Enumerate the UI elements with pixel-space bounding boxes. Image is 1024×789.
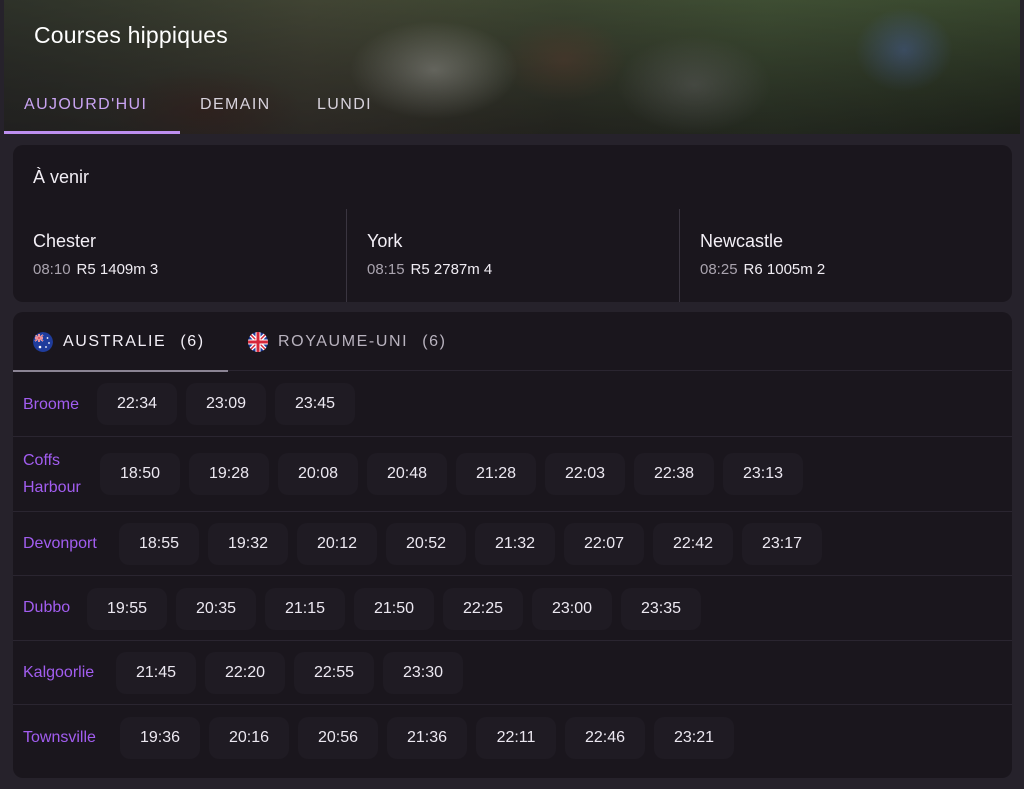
race-time-chip[interactable]: 20:35 <box>176 588 256 630</box>
tab-australia[interactable]: AUSTRALIE (6) <box>13 312 228 372</box>
race-time-chip[interactable]: 19:36 <box>120 717 200 759</box>
upcoming-race-chester[interactable]: Chester 08:10 R5 1409m 3 <box>13 209 346 302</box>
upcoming-race-info: R6 1005m 2 <box>743 261 826 278</box>
race-time-chip[interactable]: 19:55 <box>87 588 167 630</box>
upcoming-venue: Newcastle <box>700 231 784 251</box>
tab-united-kingdom[interactable]: ROYAUME-UNI (6) <box>228 312 447 371</box>
upcoming-race-york[interactable]: York 08:15 R5 2787m 4 <box>346 209 679 302</box>
page-title: Courses hippiques <box>34 22 228 48</box>
venue-row-dubbo: Dubbo 19:55 20:35 21:15 21:50 22:25 23:0… <box>13 576 1012 641</box>
header-banner: Courses hippiques AUJOURD'HUI DEMAIN LUN… <box>4 0 1020 134</box>
upcoming-races-card: À venir Chester 08:10 R5 1409m 3 York 08:… <box>13 145 1012 302</box>
race-time-chip[interactable]: 21:45 <box>116 652 196 694</box>
race-time-chip[interactable]: 18:55 <box>119 523 199 565</box>
day-tabs: AUJOURD'HUI DEMAIN LUNDI <box>4 84 398 134</box>
race-time-chip[interactable]: 18:50 <box>100 453 180 495</box>
venue-row-kalgoorlie: Kalgoorlie 21:45 22:20 22:55 23:30 <box>13 641 1012 705</box>
venue-link-coffs-harbour[interactable]: Coffs Harbour <box>23 447 103 501</box>
upcoming-time: 08:15 <box>367 261 405 278</box>
upcoming-race-newcastle[interactable]: Newcastle 08:25 R6 1005m 2 <box>679 209 1012 302</box>
upcoming-time: 08:25 <box>700 261 738 278</box>
venue-list: Broome 22:34 23:09 23:45 Coffs Harbour 1… <box>13 372 1012 771</box>
tab-monday[interactable]: LUNDI <box>298 84 398 134</box>
venue-row-broome: Broome 22:34 23:09 23:45 <box>13 372 1012 437</box>
race-time-chip[interactable]: 20:16 <box>209 717 289 759</box>
race-time-chip[interactable]: 22:46 <box>565 717 645 759</box>
race-time-chip[interactable]: 22:34 <box>97 383 177 425</box>
race-time-chip[interactable]: 22:03 <box>545 453 625 495</box>
uk-flag-icon <box>248 331 268 352</box>
venue-link-devonport[interactable]: Devonport <box>23 530 97 557</box>
race-times: 18:50 19:28 20:08 20:48 21:28 22:03 22:3… <box>100 453 803 495</box>
schedule-card: AUSTRALIE (6) ROYAUME-UNI (6) Broome 22:… <box>13 312 1012 778</box>
country-name: ROYAUME-UNI <box>278 332 409 350</box>
race-time-chip[interactable]: 23:45 <box>275 383 355 425</box>
race-time-chip[interactable]: 20:56 <box>298 717 378 759</box>
race-times: 19:55 20:35 21:15 21:50 22:25 23:00 23:3… <box>87 588 701 630</box>
race-time-chip[interactable]: 23:17 <box>742 523 822 565</box>
race-time-chip[interactable]: 22:55 <box>294 652 374 694</box>
race-time-chip[interactable]: 20:12 <box>297 523 377 565</box>
race-time-chip[interactable]: 21:50 <box>354 588 434 630</box>
upcoming-venue: York <box>367 231 403 251</box>
race-times: 19:36 20:16 20:56 21:36 22:11 22:46 23:2… <box>120 717 734 759</box>
race-time-chip[interactable]: 19:32 <box>208 523 288 565</box>
race-time-chip[interactable]: 23:00 <box>532 588 612 630</box>
race-time-chip[interactable]: 22:11 <box>476 717 556 759</box>
race-time-chip[interactable]: 23:35 <box>621 588 701 630</box>
venue-link-dubbo[interactable]: Dubbo <box>23 594 70 621</box>
race-time-chip[interactable]: 21:36 <box>387 717 467 759</box>
tab-tomorrow[interactable]: DEMAIN <box>180 84 298 134</box>
race-time-chip[interactable]: 20:48 <box>367 453 447 495</box>
country-tabs: AUSTRALIE (6) ROYAUME-UNI (6) <box>13 312 1012 372</box>
upcoming-title: À venir <box>33 167 90 187</box>
race-time-chip[interactable]: 21:32 <box>475 523 555 565</box>
race-time-chip[interactable]: 23:30 <box>383 652 463 694</box>
race-times: 22:34 23:09 23:45 <box>97 383 355 425</box>
race-time-chip[interactable]: 20:52 <box>386 523 466 565</box>
upcoming-race-info: R5 2787m 4 <box>410 261 493 278</box>
venue-link-townsville[interactable]: Townsville <box>23 724 96 751</box>
race-time-chip[interactable]: 22:25 <box>443 588 523 630</box>
race-times: 21:45 22:20 22:55 23:30 <box>116 652 463 694</box>
race-time-chip[interactable]: 20:08 <box>278 453 358 495</box>
race-time-chip[interactable]: 22:38 <box>634 453 714 495</box>
upcoming-races-list: Chester 08:10 R5 1409m 3 York 08:15 R5 278… <box>13 209 1012 302</box>
upcoming-time: 08:10 <box>33 261 71 278</box>
australia-flag-icon <box>33 331 53 352</box>
country-name: AUSTRALIE <box>63 332 167 350</box>
venue-row-coffs-harbour: Coffs Harbour 18:50 19:28 20:08 20:48 21… <box>13 437 1012 512</box>
race-time-chip[interactable]: 21:15 <box>265 588 345 630</box>
race-time-chip[interactable]: 23:21 <box>654 717 734 759</box>
race-time-chip[interactable]: 19:28 <box>189 453 269 495</box>
race-time-chip[interactable]: 23:09 <box>186 383 266 425</box>
venue-row-devonport: Devonport 18:55 19:32 20:12 20:52 21:32 … <box>13 512 1012 576</box>
venue-row-townsville: Townsville 19:36 20:16 20:56 21:36 22:11… <box>13 705 1012 771</box>
tab-today[interactable]: AUJOURD'HUI <box>4 84 180 134</box>
upcoming-race-info: R5 1409m 3 <box>76 261 159 278</box>
upcoming-venue: Chester <box>33 231 97 251</box>
race-time-chip[interactable]: 23:13 <box>723 453 803 495</box>
race-time-chip[interactable]: 22:07 <box>564 523 644 565</box>
venue-link-broome[interactable]: Broome <box>23 391 79 418</box>
race-time-chip[interactable]: 22:20 <box>205 652 285 694</box>
race-time-chip[interactable]: 22:42 <box>653 523 733 565</box>
race-time-chip[interactable]: 21:28 <box>456 453 536 495</box>
country-count: (6) <box>180 332 205 350</box>
race-times: 18:55 19:32 20:12 20:52 21:32 22:07 22:4… <box>119 523 822 565</box>
country-count: (6) <box>422 332 447 350</box>
venue-link-kalgoorlie[interactable]: Kalgoorlie <box>23 659 94 686</box>
